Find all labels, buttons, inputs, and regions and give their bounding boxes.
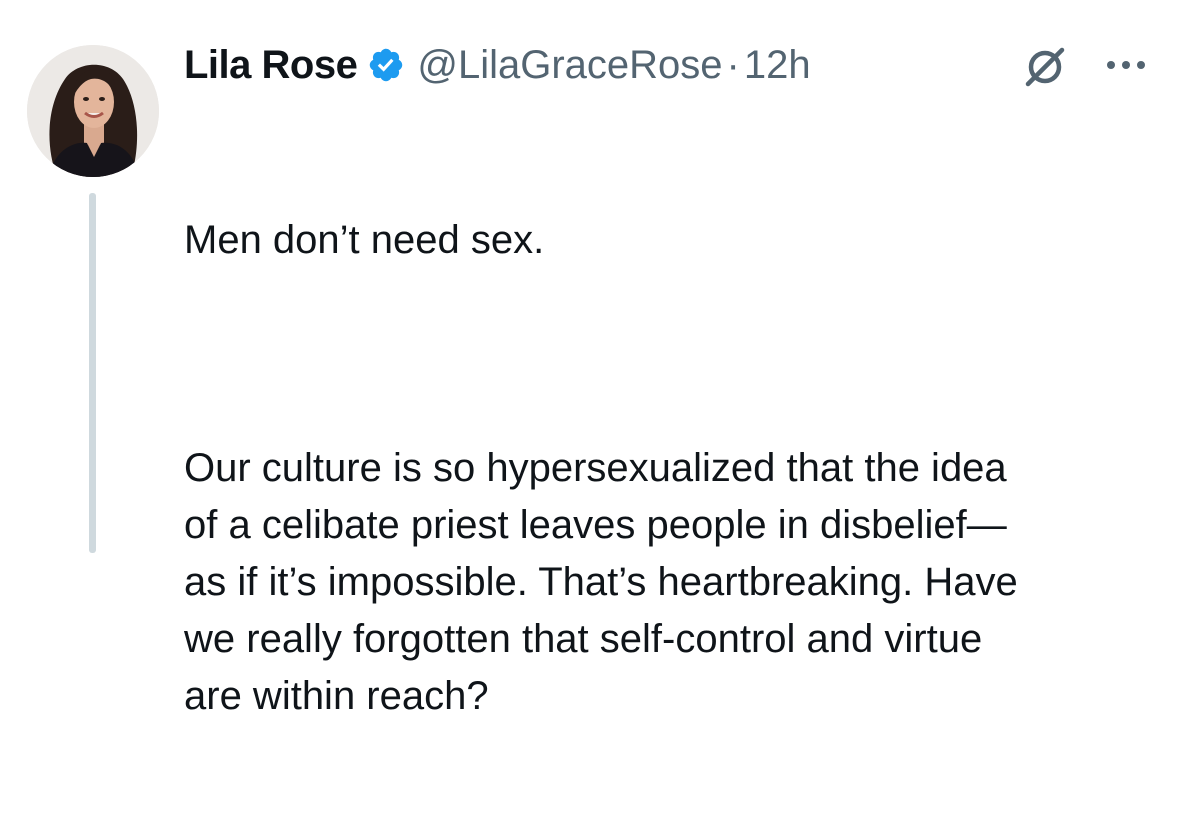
tweet-timestamp[interactable]: 12h [744, 36, 811, 94]
avatar-image [27, 45, 159, 177]
tweet-paragraph: Men don’t need sex. [184, 218, 545, 262]
verified-badge-icon[interactable] [367, 46, 405, 84]
thread-line [89, 193, 96, 553]
tweet-header: Lila Rose @LilaGraceRose · 12h [184, 36, 811, 94]
avatar[interactable] [27, 45, 159, 177]
tweet[interactable]: Lila Rose @LilaGraceRose · 12h Men don’t… [0, 0, 1179, 718]
more-options-icon[interactable] [1104, 58, 1148, 72]
author-handle[interactable]: @LilaGraceRose [417, 36, 722, 94]
author-name[interactable]: Lila Rose [184, 36, 358, 94]
header-separator: · [726, 43, 740, 87]
tweet-paragraph: Our culture is so hypersexualized that t… [184, 446, 1018, 718]
tweet-text: Men don’t need sex. Our culture is so hy… [184, 98, 1144, 839]
grok-icon[interactable] [1022, 44, 1068, 90]
